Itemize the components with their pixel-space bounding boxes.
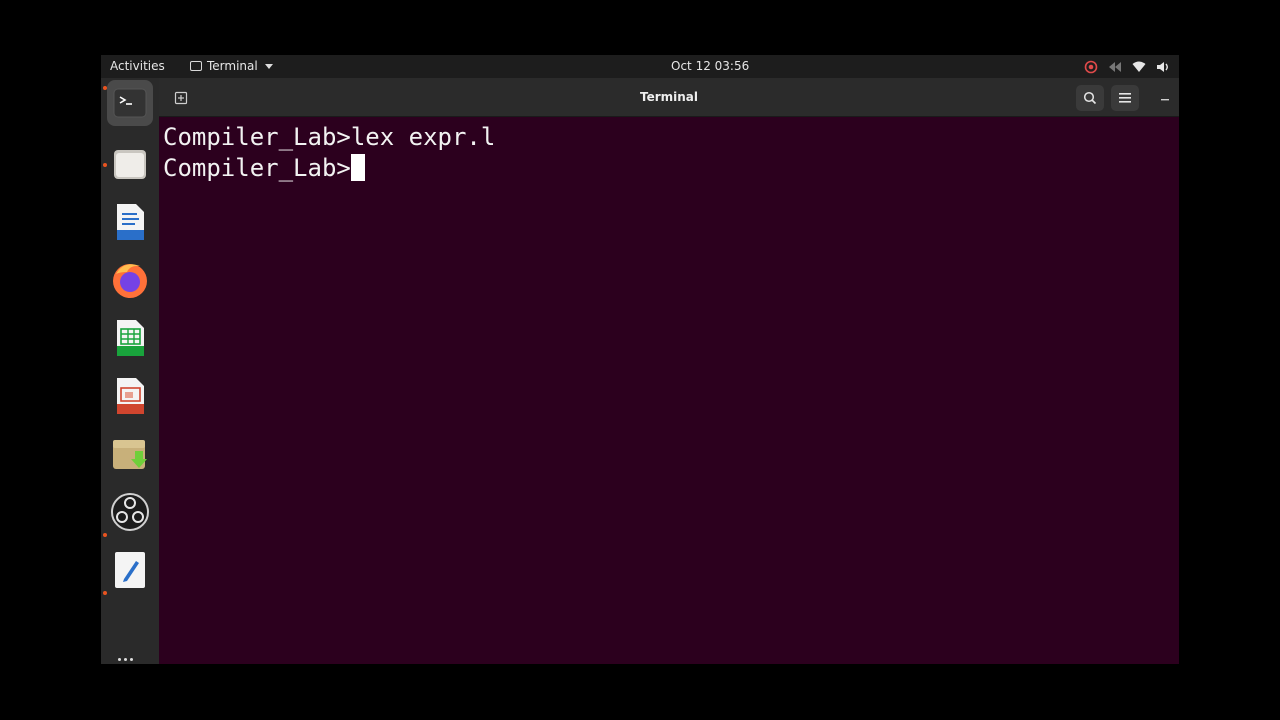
search-icon [1083, 91, 1097, 105]
top-bar: Activities Terminal Oct 12 03:56 [101, 55, 1179, 78]
show-apps-button[interactable] [118, 658, 133, 661]
dock-terminal[interactable] [107, 80, 153, 126]
dock-calc[interactable] [107, 315, 153, 361]
volume-icon[interactable] [1151, 58, 1175, 75]
caret-down-icon [264, 63, 273, 69]
files-icon [114, 150, 146, 179]
minimize-icon [1161, 99, 1169, 101]
text-editor-icon [115, 552, 145, 588]
wifi-icon[interactable] [1127, 58, 1151, 75]
terminal-line: Compiler_Lab>lex expr.l [163, 123, 496, 151]
running-indicator [103, 591, 107, 595]
terminal-prompt: Compiler_Lab> [163, 154, 351, 182]
dot [130, 658, 133, 661]
hamburger-icon [1119, 93, 1131, 103]
running-indicator [103, 533, 107, 537]
writer-icon [117, 204, 144, 240]
dot [118, 658, 121, 661]
firefox-icon [113, 264, 147, 298]
dock-firefox[interactable] [107, 257, 153, 303]
app-menu[interactable]: Terminal [190, 59, 273, 73]
dock-writer[interactable] [107, 199, 153, 245]
search-button[interactable] [1076, 85, 1104, 111]
dock-obs[interactable] [107, 489, 153, 535]
dock-files[interactable] [107, 141, 153, 187]
window-title: Terminal [639, 90, 699, 104]
media-back-icon[interactable] [1103, 58, 1127, 75]
menu-button[interactable] [1111, 85, 1139, 111]
system-tray[interactable] [1079, 58, 1175, 75]
impress-icon [117, 378, 144, 414]
dock-archive[interactable] [107, 431, 153, 477]
clock[interactable]: Oct 12 03:56 [671, 59, 749, 73]
dock-text-editor[interactable] [107, 547, 153, 593]
dock [101, 78, 159, 664]
dock-impress[interactable] [107, 373, 153, 419]
terminal-output[interactable]: Compiler_Lab>lex expr.l Compiler_Lab> [163, 122, 495, 184]
obs-icon [111, 493, 149, 531]
minimize-button[interactable] [1155, 87, 1175, 107]
header-bar: Terminal [159, 78, 1179, 117]
calc-icon [117, 320, 144, 356]
activities-button[interactable]: Activities [110, 59, 165, 73]
terminal-small-icon [190, 61, 202, 71]
app-menu-label: Terminal [207, 59, 258, 73]
desktop-screen: Activities Terminal Oct 12 03:56 Termina… [101, 55, 1179, 664]
terminal-window: Terminal Compiler_Lab>lex expr.l Compile… [159, 78, 1179, 664]
archive-icon [113, 440, 147, 469]
record-indicator-icon[interactable] [1079, 58, 1103, 75]
dot [124, 658, 127, 661]
text-cursor [350, 154, 365, 181]
terminal-icon [113, 88, 147, 118]
terminal-prompt-line[interactable]: Compiler_Lab> [163, 153, 495, 184]
